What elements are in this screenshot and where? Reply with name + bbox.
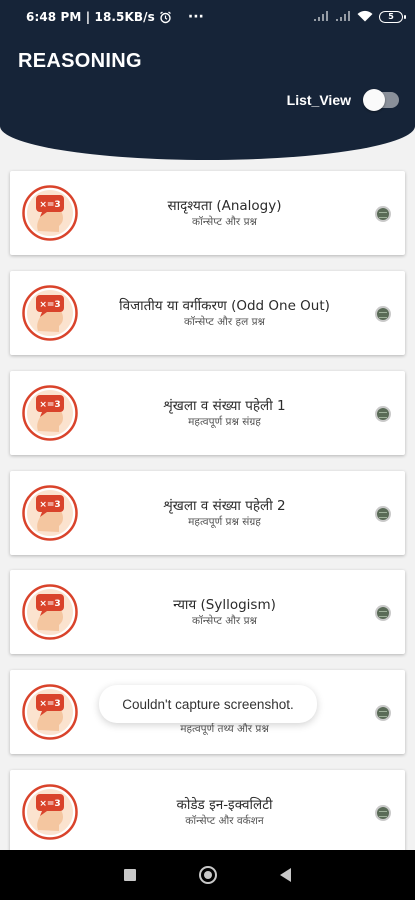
status-dot-icon (375, 306, 391, 322)
signal-2-icon (335, 10, 351, 25)
status-dot-icon (375, 705, 391, 721)
toggle-knob (363, 89, 385, 111)
reasoning-head-icon: ×=3 (22, 285, 78, 341)
topic-card[interactable]: ×=3 कोडेड इन-इक्वलिटी कॉन्सेप्ट और वर्कशन (10, 770, 405, 854)
topic-subtitle: महत्वपूर्ण तथ्य और प्रश्न (180, 723, 269, 735)
reasoning-head-icon: ×=3 (22, 784, 78, 840)
status-bar: 6:48 PM | 18.5KB/s ··· 5 (0, 0, 415, 34)
status-dot-icon (375, 206, 391, 222)
topic-subtitle: कॉन्सेप्ट और हल प्रश्न (184, 316, 265, 328)
topic-subtitle: कॉन्सेप्ट और प्रश्न (192, 216, 257, 228)
svg-text:×=3: ×=3 (39, 300, 60, 310)
battery-level: 5 (388, 12, 394, 21)
topic-subtitle: महत्वपूर्ण प्रश्न संग्रह (188, 416, 261, 428)
topic-title: विजातीय या वर्गीकरण (Odd One Out) (119, 298, 330, 314)
battery-icon: 5 (379, 11, 406, 23)
topic-card[interactable]: ×=3 शृंखला व संख्या पहेली 1 महत्वपूर्ण प्… (10, 371, 405, 455)
svg-text:×=3: ×=3 (39, 699, 60, 709)
topic-card[interactable]: ×=3 न्याय (Syllogism) कॉन्सेप्ट और प्रश्न (10, 570, 405, 654)
system-nav-bar (0, 850, 415, 900)
topic-subtitle: कॉन्सेप्ट और प्रश्न (192, 615, 257, 627)
status-time: 6:48 PM | 18.5KB/s (26, 10, 155, 24)
reasoning-head-icon: ×=3 (22, 684, 78, 740)
topic-title: सादृश्यता (Analogy) (167, 198, 282, 214)
topic-card[interactable]: ×=3 सादृश्यता (Analogy) कॉन्सेप्ट और प्रश… (10, 171, 405, 255)
recents-button[interactable] (123, 869, 136, 881)
page-title: REASONING (18, 50, 142, 72)
topic-card[interactable]: ×=3 विजातीय या वर्गीकरण (Odd One Out) कॉन… (10, 271, 405, 355)
reasoning-head-icon: ×=3 (22, 584, 78, 640)
signal-icon (313, 10, 329, 25)
topic-title: कोडेड इन-इक्वलिटी (176, 797, 273, 813)
svg-text:×=3: ×=3 (39, 599, 60, 609)
reasoning-head-icon: ×=3 (22, 485, 78, 541)
back-button[interactable] (280, 868, 292, 882)
svg-text:×=3: ×=3 (39, 799, 60, 809)
svg-text:×=3: ×=3 (39, 200, 60, 210)
topic-subtitle: महत्वपूर्ण प्रश्न संग्रह (188, 516, 261, 528)
list-view-toggle[interactable] (363, 89, 399, 111)
status-dot-icon (375, 605, 391, 621)
status-dot-icon (375, 406, 391, 422)
toast-message: Couldn't capture screenshot. (99, 685, 317, 723)
list-view-label: List_View (286, 92, 351, 108)
home-button[interactable] (198, 866, 217, 884)
svg-text:×=3: ×=3 (39, 400, 60, 410)
topic-title: शृंखला व संख्या पहेली 2 (163, 498, 286, 514)
status-dot-icon (375, 805, 391, 821)
reasoning-head-icon: ×=3 (22, 385, 78, 441)
topic-title: शृंखला व संख्या पहेली 1 (163, 398, 286, 414)
topic-card[interactable]: ×=3 शृंखला व संख्या पहेली 2 महत्वपूर्ण प्… (10, 471, 405, 555)
alarm-icon (159, 10, 172, 24)
more-notifications-icon: ··· (187, 9, 204, 25)
list-view-control: List_View (286, 89, 399, 111)
reasoning-head-icon: ×=3 (22, 185, 78, 241)
wifi-icon (357, 10, 373, 25)
svg-text:×=3: ×=3 (39, 500, 60, 510)
topic-subtitle: कॉन्सेप्ट और वर्कशन (185, 815, 264, 827)
status-dot-icon (375, 506, 391, 522)
topic-title: न्याय (Syllogism) (173, 597, 276, 613)
